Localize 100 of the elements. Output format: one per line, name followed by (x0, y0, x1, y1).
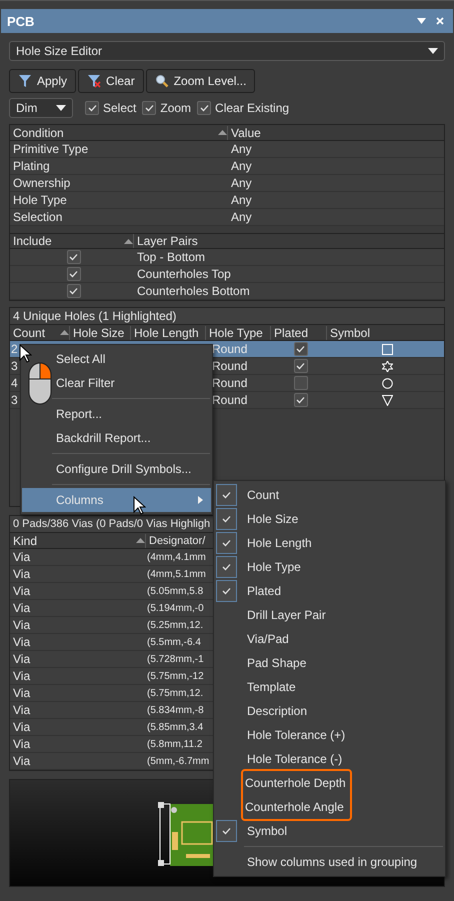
menu-item[interactable]: Hole Type (247, 560, 301, 574)
menu-item[interactable]: Counterhole Angle (245, 800, 344, 814)
check-icon (222, 515, 231, 523)
table-cell: Via (13, 737, 30, 751)
checkbox-label[interactable]: Clear Existing (215, 101, 290, 115)
check-icon (88, 104, 96, 112)
table-cell: (5.05mm,5.8 (147, 586, 204, 596)
checkbox[interactable] (66, 250, 80, 264)
menu-item[interactable]: Drill Layer Pair (247, 608, 326, 622)
check-icon (144, 104, 154, 112)
table-cell: (5.85mm,3.4 (147, 722, 204, 732)
menu-item[interactable]: Plated (247, 584, 282, 598)
dim-dropdown[interactable]: Dim (9, 98, 73, 118)
table-cell: Round (212, 359, 248, 373)
checkbox[interactable] (142, 101, 156, 115)
table-cell: 3 (11, 393, 18, 407)
checkbox[interactable] (294, 359, 308, 373)
sort-ascending-icon (124, 238, 133, 244)
table-cell: (5.834mm,-8 (147, 704, 204, 716)
table-cell: Via (13, 618, 30, 632)
table-cell: Via (13, 754, 30, 768)
toolbar-button[interactable]: Clear (78, 69, 144, 93)
column-header[interactable]: Value (228, 126, 444, 140)
submenu-arrow-icon (198, 496, 203, 504)
column-header[interactable]: Designator/ (146, 534, 214, 546)
dropdown-arrow-icon (428, 48, 438, 54)
sort-ascending-icon (136, 538, 145, 543)
column-header[interactable]: Kind (10, 534, 146, 548)
check-icon (200, 104, 209, 112)
menu-item[interactable]: Counterhole Depth (245, 776, 346, 790)
menu-item[interactable]: Count (247, 488, 280, 502)
sort-ascending-icon (60, 330, 69, 335)
menu-item[interactable]: Symbol (247, 824, 288, 838)
menu-item[interactable]: Hole Length (247, 536, 312, 550)
toolbar-button[interactable]: Zoom Level... (146, 69, 256, 93)
table-cell: Via (13, 703, 30, 717)
search-icon (154, 74, 169, 88)
table-cell: Hole Type (13, 193, 67, 207)
mouse-pointer-icon (133, 496, 146, 515)
table-cell: Selection (13, 210, 62, 224)
checkbox[interactable] (197, 101, 212, 115)
menu-item[interactable]: Show columns used in grouping (247, 855, 418, 869)
column-header[interactable]: Condition (10, 126, 228, 140)
filter-icon (18, 74, 32, 88)
table-cell: Any (231, 142, 252, 156)
column-header[interactable]: Symbol (327, 326, 444, 340)
table-cell: Via (13, 567, 30, 581)
table-cell: (5.25mm,12. (147, 620, 204, 630)
check-icon (296, 396, 305, 404)
table-cell: 4 (11, 376, 18, 390)
column-header[interactable]: Include (10, 234, 134, 248)
toolbar-button[interactable]: Apply (9, 69, 76, 93)
menu-checkbox[interactable] (216, 484, 237, 506)
checkbox[interactable] (85, 101, 99, 115)
column-header[interactable]: Layer Pairs (134, 234, 444, 248)
table-cell: Via (13, 686, 30, 700)
menu-checkbox[interactable] (216, 820, 237, 842)
checkbox[interactable] (66, 284, 80, 298)
checkbox[interactable] (294, 342, 308, 356)
table-cell: Round (212, 376, 248, 390)
column-header[interactable]: Count (10, 326, 70, 340)
checkbox[interactable] (294, 376, 308, 390)
menu-checkbox[interactable] (216, 556, 237, 578)
close-icon[interactable] (436, 17, 444, 25)
editor-dropdown[interactable]: Hole Size Editor (9, 41, 445, 61)
table-title: 0 Pads/386 Vias (0 Pads/0 Vias Highligh (13, 518, 210, 530)
table-cell: (5.728mm,-1 (147, 654, 204, 664)
menu-item[interactable]: Configure Drill Symbols... (22, 457, 211, 481)
dropdown-arrow-icon[interactable] (417, 18, 426, 24)
menu-item[interactable]: Template (247, 680, 296, 694)
column-header[interactable]: Hole Type (206, 326, 271, 340)
menu-item[interactable]: Hole Size (247, 512, 298, 526)
check-icon (222, 539, 231, 547)
checkbox-label[interactable]: Select (103, 101, 136, 115)
menu-item[interactable]: Description (247, 704, 308, 718)
column-header[interactable]: Hole Size (70, 326, 131, 340)
table-cell: Via (13, 584, 30, 598)
column-header[interactable]: Hole Length (131, 326, 206, 340)
menu-checkbox[interactable] (216, 508, 237, 530)
checkbox-label[interactable]: Zoom (160, 101, 192, 115)
menu-checkbox[interactable] (216, 532, 237, 554)
square-symbol-icon (382, 344, 392, 354)
table-title: 4 Unique Holes (1 Highlighted) (13, 309, 176, 323)
table-cell: (5mm,-6.7mm (147, 756, 210, 766)
checkbox[interactable] (66, 267, 80, 281)
table-cell: Top - Bottom (137, 250, 206, 264)
table-cell: (5.194mm,-0 (147, 602, 204, 614)
checkbox[interactable] (294, 393, 308, 407)
menu-item[interactable]: Via/Pad (247, 632, 289, 646)
table-cell: (4mm,4.1mm (147, 552, 206, 562)
menu-item[interactable]: Pad Shape (247, 656, 306, 670)
table-cell: Round (212, 393, 248, 407)
table-cell: (4mm,5.1mm (147, 568, 206, 580)
table-cell: Plating (13, 159, 50, 173)
menu-item[interactable]: Hole Tolerance (-) (247, 752, 342, 766)
menu-item[interactable]: Backdrill Report... (22, 426, 211, 450)
menu-item[interactable]: Hole Tolerance (+) (247, 728, 346, 742)
menu-checkbox[interactable] (216, 580, 237, 602)
column-header[interactable]: Plated (271, 326, 327, 340)
table-cell: (5.5mm,-6.4 (147, 636, 201, 648)
